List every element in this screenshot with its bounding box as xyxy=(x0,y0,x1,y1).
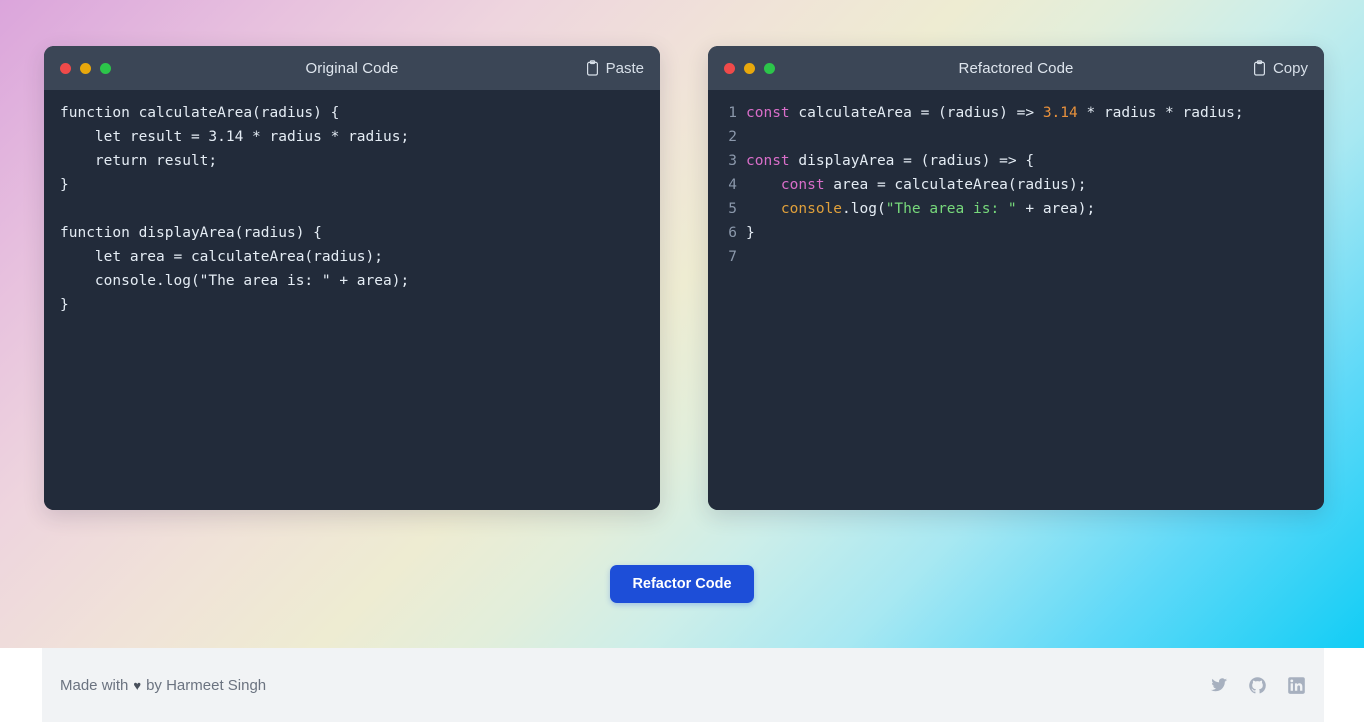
maximize-dot-icon[interactable] xyxy=(764,62,775,74)
code-line: 1 const calculateArea = (radius) => 3.14 … xyxy=(708,101,1324,125)
code-token: console xyxy=(780,201,843,217)
original-code-title: Original Code xyxy=(305,59,399,77)
code-line: 7 xyxy=(708,245,1324,269)
original-code-input[interactable] xyxy=(44,90,660,510)
close-dot-icon[interactable] xyxy=(724,62,735,74)
line-content: const calculateArea = (radius) => 3.14 *… xyxy=(746,101,1244,125)
code-token: + area); xyxy=(1016,201,1096,217)
line-number: 7 xyxy=(728,249,737,265)
code-token: } xyxy=(746,225,755,241)
clipboard-icon xyxy=(586,60,599,76)
traffic-lights-left xyxy=(60,62,111,74)
close-dot-icon[interactable] xyxy=(60,62,71,74)
code-line: 3 const displayArea = (radius) => { xyxy=(708,149,1324,173)
code-token: const xyxy=(746,105,790,121)
code-token: .log( xyxy=(842,201,886,217)
code-line: 5 console.log("The area is: " + area); xyxy=(708,197,1324,221)
footer-credit: Made with ♥ by Harmeet Singh xyxy=(60,677,266,694)
maximize-dot-icon[interactable] xyxy=(100,62,111,74)
heart-icon: ♥ xyxy=(133,677,142,693)
line-number: 2 xyxy=(728,129,737,145)
line-content: const area = calculateArea(radius); xyxy=(746,173,1087,197)
copy-button[interactable]: Copy xyxy=(1253,60,1308,77)
minimize-dot-icon[interactable] xyxy=(744,62,755,74)
code-token: displayArea = (radius) => { xyxy=(789,153,1035,169)
original-code-panel-header: Original Code Paste xyxy=(44,46,660,90)
github-icon[interactable] xyxy=(1248,676,1267,695)
code-token: calculateArea = (radius) => xyxy=(789,105,1043,121)
line-content: const displayArea = (radius) => { xyxy=(746,149,1034,173)
refactor-button-row: Refactor Code xyxy=(0,565,1364,603)
clipboard-icon xyxy=(1253,60,1266,76)
footer-made-with: Made with xyxy=(60,676,129,694)
code-line: 6} xyxy=(708,221,1324,245)
code-panels-row: Original Code Paste function calculateAr… xyxy=(44,46,1324,510)
minimize-dot-icon[interactable] xyxy=(80,62,91,74)
footer-author: by Harmeet Singh xyxy=(146,676,267,694)
code-token: 3.14 xyxy=(1042,105,1078,121)
line-number: 1 xyxy=(728,105,737,121)
line-content: } xyxy=(746,221,755,245)
refactor-code-button[interactable]: Refactor Code xyxy=(610,565,754,603)
line-number: 3 xyxy=(728,153,737,169)
paste-button-label: Paste xyxy=(605,59,644,77)
refactored-code-view: 1 const calculateArea = (radius) => 3.14 … xyxy=(708,90,1324,510)
refactored-code-panel: Refactored Code Copy 1 const calculateAre… xyxy=(708,46,1324,510)
line-number: 4 xyxy=(728,177,737,193)
linkedin-icon[interactable] xyxy=(1287,676,1306,695)
code-token: "The area is: " xyxy=(885,201,1017,217)
code-token: const xyxy=(780,177,825,193)
refactored-code-title: Refactored Code xyxy=(958,59,1074,77)
twitter-icon[interactable] xyxy=(1209,676,1228,695)
code-line: 4 const area = calculateArea(radius); xyxy=(708,173,1324,197)
app-root: Original Code Paste function calculateAr… xyxy=(0,0,1364,722)
code-line: 2 xyxy=(708,125,1324,149)
page-footer: Made with ♥ by Harmeet Singh xyxy=(42,648,1324,722)
line-number: 6 xyxy=(728,225,737,241)
copy-button-label: Copy xyxy=(1272,59,1308,77)
code-token: const xyxy=(746,153,790,169)
code-token: * radius * radius; xyxy=(1077,105,1244,121)
refactored-code-panel-header: Refactored Code Copy xyxy=(708,46,1324,90)
original-code-panel: Original Code Paste xyxy=(44,46,660,510)
line-content: console.log("The area is: " + area); xyxy=(746,197,1095,221)
traffic-lights-right xyxy=(724,62,775,74)
social-links xyxy=(1209,676,1306,695)
line-number: 5 xyxy=(728,201,737,217)
code-token: area = calculateArea(radius); xyxy=(824,177,1087,193)
paste-button[interactable]: Paste xyxy=(586,60,644,77)
